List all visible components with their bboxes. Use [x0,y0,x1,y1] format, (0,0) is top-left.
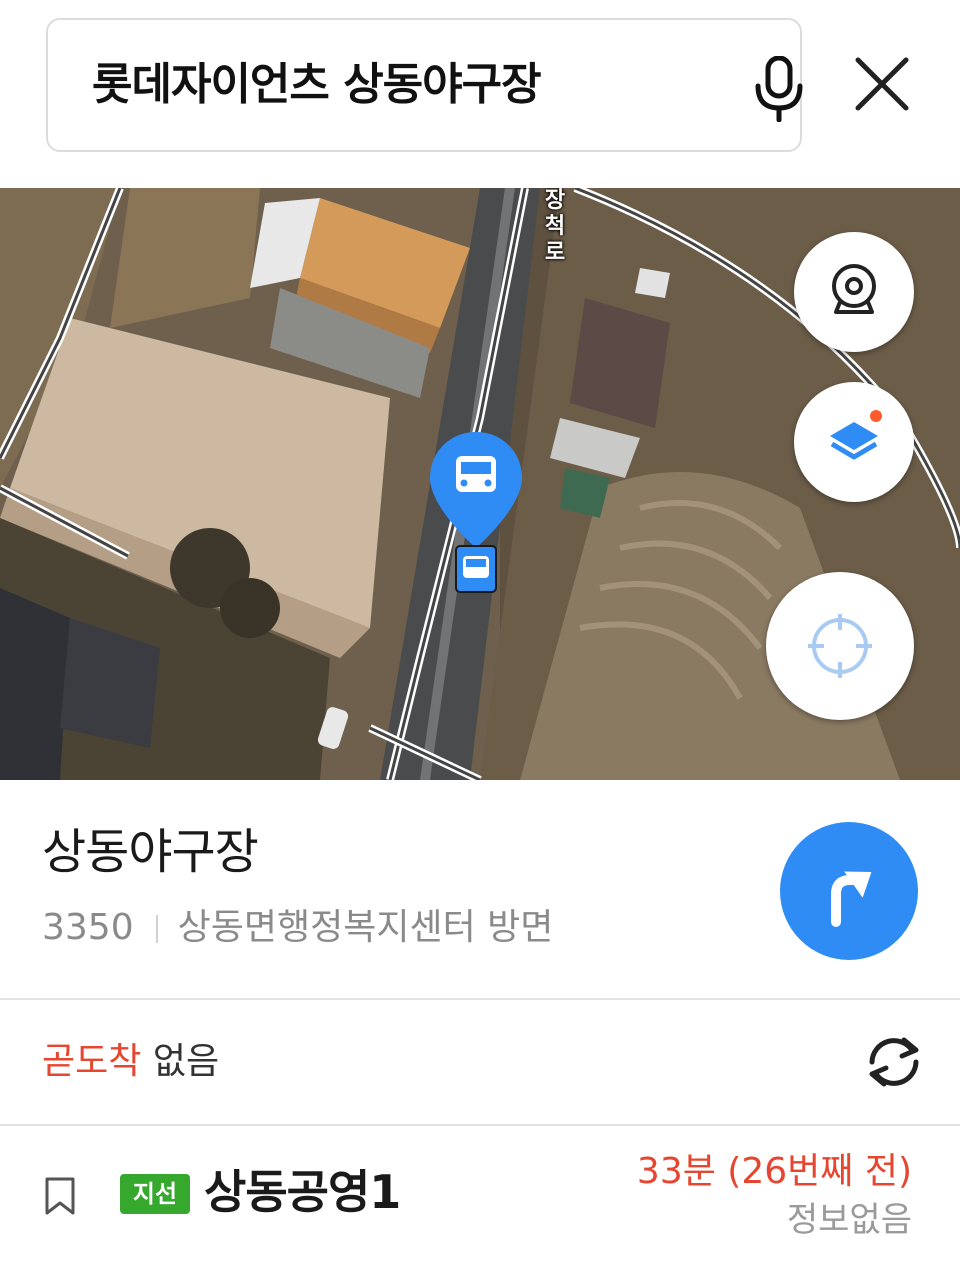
stop-subtitle: 3350 상동면행정복지센터 방면 [42,904,553,952]
bus-arrival-time: 33분 (26번째 전) [636,1151,912,1192]
layers-icon [830,410,882,460]
road-name-label: 장척로 [544,188,566,265]
turn-right-arrow-icon [831,871,872,927]
arrival-summary: 곧도착 없음 [42,1038,219,1086]
bus-next-arrival: 정보없음 [786,1200,912,1240]
crosshair-icon [808,614,872,678]
stop-name: 상동야구장 [42,824,259,880]
stop-direction: 상동면행정복지센터 방면 [177,907,554,948]
bus-number: 상동공영1 [204,1165,401,1219]
close-icon[interactable] [846,48,918,120]
search-input[interactable]: 롯데자이언츠 상동야구장 [46,18,803,152]
map-layers-button[interactable] [794,382,914,502]
my-location-button[interactable] [766,572,914,720]
arriving-soon-label: 곧도착 [42,1041,142,1082]
stop-id: 3350 [42,907,134,948]
bus-list-item[interactable]: 지선 상동공영1 33분 (26번째 전) 정보없음 [0,1126,960,1288]
search-header: 롯데자이언츠 상동야구장 [0,0,960,188]
arriving-soon-value: 없음 [152,1041,220,1082]
arrival-summary-row: 곧도착 없음 [0,1000,960,1124]
satellite-map[interactable]: 장척로 [0,188,960,780]
route-type-badge: 지선 [120,1174,190,1214]
refresh-icon[interactable] [858,1026,930,1098]
stop-info-panel: 상동야구장 3350 상동면행정복지센터 방면 [0,780,960,998]
bookmark-icon[interactable] [44,1176,76,1216]
bus-stop-marker-icon[interactable] [426,428,526,598]
search-query-text[interactable]: 롯데자이언츠 상동야구장 [92,20,542,150]
directions-button[interactable] [780,822,918,960]
microphone-icon[interactable] [746,55,812,123]
cctv-camera-icon [832,264,876,314]
cctv-button[interactable] [794,232,914,352]
divider [155,915,158,943]
